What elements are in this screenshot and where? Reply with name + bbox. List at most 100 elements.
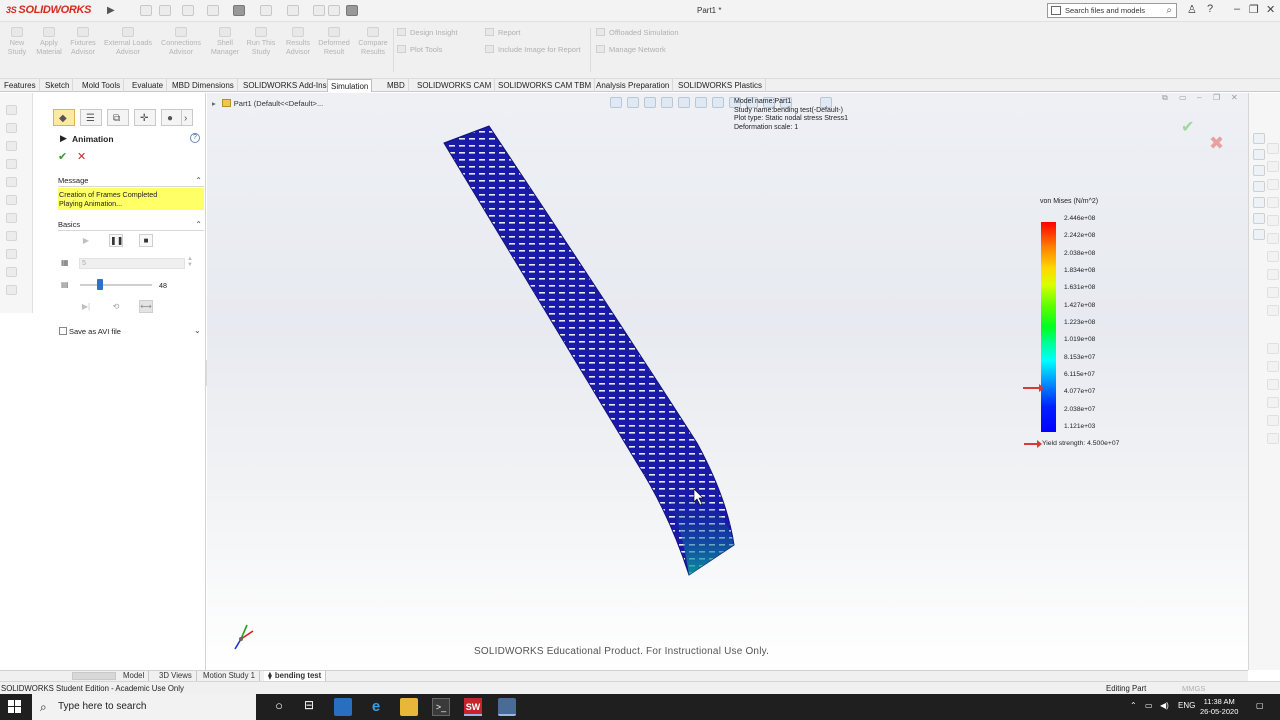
tab-sketch[interactable]: Sketch xyxy=(42,79,74,92)
taskbar-search-input[interactable]: ⌕ Type here to search xyxy=(32,694,256,720)
message-group-header[interactable]: Message ⌃ xyxy=(58,175,204,187)
deformed-result-button[interactable]: Deformed Result xyxy=(316,27,352,56)
basics-group-header[interactable]: Basics ⌃ xyxy=(58,219,204,231)
windows-start-icon[interactable] xyxy=(8,700,21,713)
undo-icon[interactable] xyxy=(260,5,272,16)
tool-icon[interactable] xyxy=(1267,143,1279,154)
tab-solidworks-cam[interactable]: SOLIDWORKS CAM xyxy=(414,79,496,92)
volume-icon[interactable]: ◀) xyxy=(1160,701,1169,710)
open-folder-icon[interactable] xyxy=(182,5,194,16)
select-arrow-icon[interactable] xyxy=(287,5,299,16)
design-library-icon[interactable] xyxy=(1253,149,1265,160)
tool-icon[interactable] xyxy=(6,267,17,277)
user-icon[interactable]: ♙ xyxy=(1187,3,1197,16)
more-tabs-arrow[interactable]: › xyxy=(181,109,193,126)
external-loads-advisor-button[interactable]: External Loads Advisor xyxy=(101,27,155,56)
menu-expand-arrow-icon[interactable]: ▶ xyxy=(107,5,115,16)
search-scope-icon[interactable] xyxy=(1051,6,1061,15)
confirm-corner-check-icon[interactable]: ✔ xyxy=(1181,117,1194,137)
tool-icon[interactable] xyxy=(1267,305,1279,316)
previous-view-icon[interactable] xyxy=(644,97,656,108)
tool-icon[interactable] xyxy=(1267,343,1279,354)
shell-manager-button[interactable]: Shell Manager xyxy=(207,27,243,56)
apply-material-button[interactable]: Apply Material xyxy=(33,27,65,56)
file-properties-icon[interactable] xyxy=(328,5,340,16)
forum-icon[interactable] xyxy=(1253,229,1265,240)
tab-analysis-preparation[interactable]: Analysis Preparation xyxy=(593,79,674,92)
tab-mbd-dimensions[interactable]: MBD Dimensions xyxy=(169,79,238,92)
manage-network-button[interactable]: Manage Network xyxy=(596,45,666,54)
print-icon[interactable] xyxy=(233,5,245,16)
new-study-button[interactable]: New Study xyxy=(4,27,30,56)
tool-icon[interactable] xyxy=(1267,233,1279,244)
search-icon[interactable]: ⌕ xyxy=(1166,4,1172,17)
collapse-caret-icon[interactable]: ▶ xyxy=(60,133,67,144)
ok-button[interactable]: ✔ xyxy=(58,150,67,163)
report-button[interactable]: Report xyxy=(485,28,521,37)
store-icon[interactable] xyxy=(334,698,352,716)
tab-mold-tools[interactable]: Mold Tools xyxy=(79,79,125,92)
tool-icon[interactable] xyxy=(6,141,17,151)
beam-model[interactable] xyxy=(207,93,1248,670)
feature-manager-tab[interactable]: ☰ xyxy=(80,109,102,126)
step-forward-button[interactable]: ▶| xyxy=(79,300,93,313)
cortana-icon[interactable]: ○ xyxy=(270,698,288,716)
tool-icon[interactable] xyxy=(1267,379,1279,390)
file-explorer-icon[interactable] xyxy=(1253,165,1265,176)
help-icon[interactable]: ? xyxy=(190,133,200,143)
close-window-icon[interactable]: ✕ xyxy=(1266,3,1275,16)
offloaded-simulation-button[interactable]: Offloaded Simulation xyxy=(596,28,679,37)
tool-icon[interactable] xyxy=(1267,161,1279,172)
dimxpert-tab[interactable]: ✛ xyxy=(134,109,156,126)
chevron-up-icon[interactable]: ⌃ xyxy=(195,175,202,187)
tool-icon[interactable] xyxy=(6,249,17,259)
run-study-button[interactable]: Run This Study xyxy=(245,27,277,56)
home-icon[interactable] xyxy=(140,5,152,16)
tab-features[interactable]: Features xyxy=(1,79,40,92)
appearances-icon[interactable] xyxy=(1253,197,1265,208)
tool-icon[interactable] xyxy=(1267,251,1279,262)
save-avi-checkbox[interactable] xyxy=(59,327,67,335)
confirm-corner-cancel-icon[interactable]: ✖ xyxy=(1209,133,1224,154)
app-window-icon[interactable] xyxy=(498,698,516,716)
tool-icon[interactable] xyxy=(6,159,17,169)
unit-system[interactable]: MMGS xyxy=(1182,684,1205,693)
terminal-icon[interactable]: >_ xyxy=(432,698,450,716)
tool-icon[interactable] xyxy=(6,195,17,205)
tab-scroll-arrows[interactable] xyxy=(72,672,116,680)
configuration-manager-tab[interactable]: ⧉ xyxy=(107,109,129,126)
property-manager-tab[interactable]: ◆ xyxy=(53,109,75,126)
language-indicator[interactable]: ENG xyxy=(1178,701,1195,710)
graphics-area[interactable]: ▸ Part1 (Default<<Default>... Model name:… xyxy=(207,93,1248,670)
rebuild-icon[interactable] xyxy=(313,5,325,16)
task-view-icon[interactable]: ⊟ xyxy=(300,698,318,716)
options-gear-icon[interactable] xyxy=(346,5,358,16)
tool-icon[interactable] xyxy=(1267,269,1279,280)
tool-icon[interactable] xyxy=(1267,197,1279,208)
tool-icon[interactable] xyxy=(6,123,17,133)
view-orientation-icon[interactable] xyxy=(695,97,707,108)
design-insight-button[interactable]: Design Insight xyxy=(397,28,458,37)
viewport-close-icon[interactable]: ✕ xyxy=(1231,93,1238,102)
axis-triad[interactable] xyxy=(229,619,259,653)
custom-properties-icon[interactable] xyxy=(1253,213,1265,224)
solidworks-logo[interactable]: 3S SOLIDWORKS xyxy=(6,4,92,16)
tool-icon[interactable] xyxy=(1267,179,1279,190)
tab-solidworks-add-ins[interactable]: SOLIDWORKS Add-Ins xyxy=(240,79,331,92)
fixtures-advisor-button[interactable]: Fixtures Advisor xyxy=(67,27,99,56)
tab-simulation[interactable]: Simulation xyxy=(327,79,373,92)
tab-solidworks-plastics[interactable]: SOLIDWORKS Plastics xyxy=(675,79,767,92)
view-palette-icon[interactable] xyxy=(1253,181,1265,192)
tool-icon[interactable] xyxy=(1267,397,1279,408)
minimize-window-icon[interactable]: – xyxy=(1234,3,1240,15)
include-image-report-button[interactable]: Include Image for Report xyxy=(485,45,581,54)
viewport-tile-icon[interactable]: ⧉ xyxy=(1162,93,1168,103)
network-icon[interactable]: ▭ xyxy=(1145,701,1153,710)
cancel-button[interactable]: ✕ xyxy=(77,150,86,163)
feature-tree-flyout[interactable]: ▸ Part1 (Default<<Default>... xyxy=(212,99,323,108)
compare-results-button[interactable]: Compare Results xyxy=(355,27,391,56)
tool-icon[interactable] xyxy=(1267,287,1279,298)
loop-button[interactable]: ⟲ xyxy=(109,300,123,313)
tool-icon[interactable] xyxy=(1267,433,1279,444)
display-manager-tab[interactable]: ● xyxy=(161,109,183,126)
